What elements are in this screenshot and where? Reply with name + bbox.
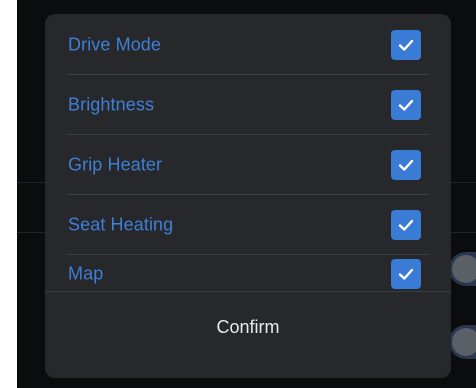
toggle-knob (452, 255, 476, 283)
option-label: Brightness (68, 94, 155, 115)
checkbox[interactable] (391, 90, 421, 120)
check-icon (398, 219, 414, 231)
background-toggle[interactable] (449, 252, 476, 286)
checkbox[interactable] (391, 150, 421, 180)
toggle-knob (452, 328, 476, 356)
confirm-button[interactable]: Confirm (45, 292, 451, 362)
check-icon (398, 39, 414, 51)
option-brightness[interactable]: Brightness (45, 75, 451, 135)
checkbox[interactable] (391, 210, 421, 240)
check-icon (398, 159, 414, 171)
option-label: Grip Heater (68, 154, 163, 175)
checkbox[interactable] (391, 259, 421, 289)
option-label: Map (68, 263, 104, 284)
option-seat-heating[interactable]: Seat Heating (45, 195, 451, 255)
check-icon (398, 99, 414, 111)
checkbox[interactable] (391, 30, 421, 60)
option-grip-heater[interactable]: Grip Heater (45, 135, 451, 195)
option-label: Drive Mode (68, 34, 162, 55)
option-drive-mode[interactable]: Drive Mode (45, 15, 451, 75)
option-label: Seat Heating (68, 214, 174, 235)
select-items-dialog: Drive Mode Brightness Grip Heater Seat H… (45, 14, 451, 378)
option-map[interactable]: Map (45, 256, 451, 292)
check-icon (398, 268, 414, 280)
background-toggle[interactable] (449, 325, 476, 359)
row-divider (67, 254, 429, 255)
